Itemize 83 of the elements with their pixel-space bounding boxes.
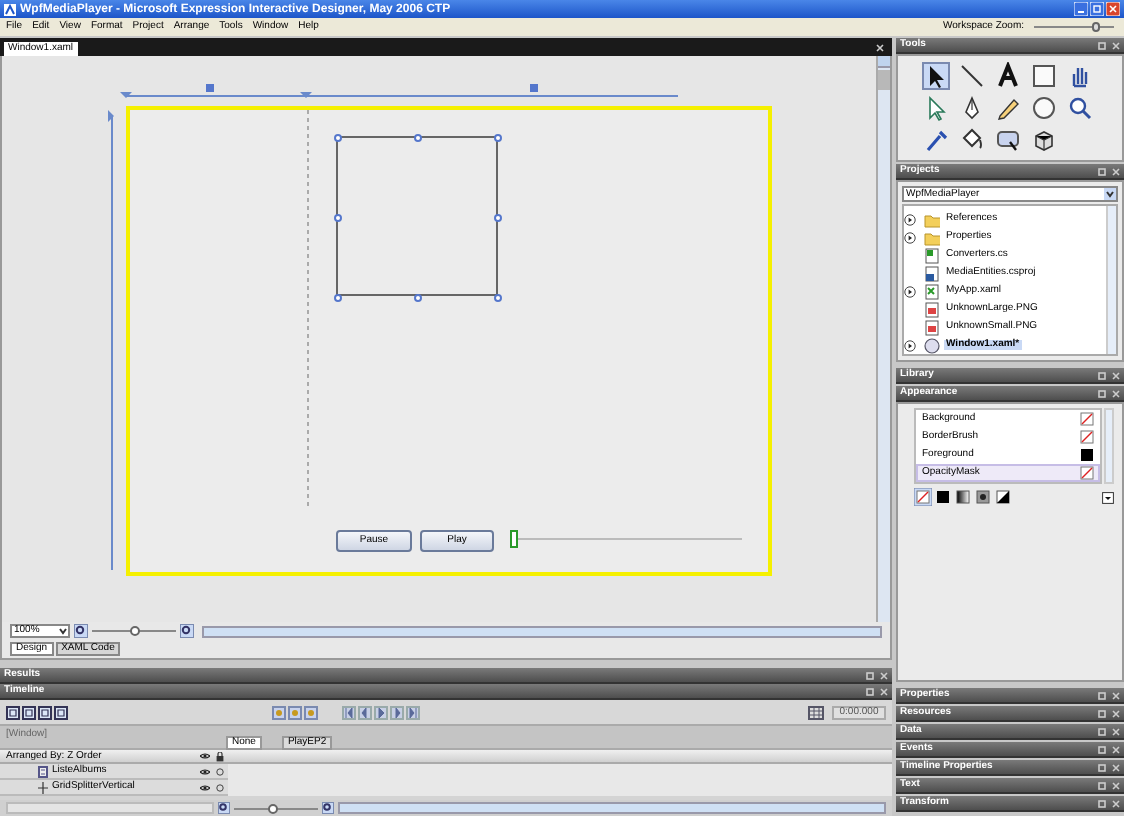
slider-thumb[interactable]: [129, 626, 139, 636]
radial-gradient-icon[interactable]: [974, 488, 992, 506]
eye-icon[interactable]: [200, 783, 210, 791]
eye-icon[interactable]: [200, 752, 210, 760]
line-icon[interactable]: [958, 62, 986, 90]
next-frame-icon[interactable]: [390, 705, 404, 719]
selected-rectangle[interactable]: [336, 136, 498, 296]
resize-handle[interactable]: [494, 294, 502, 302]
first-frame-icon[interactable]: [342, 705, 356, 719]
vertical-scrollbar[interactable]: [1104, 408, 1114, 484]
project-file-icon: [924, 265, 940, 281]
pin-icon[interactable]: [1098, 371, 1106, 379]
resize-handle[interactable]: [414, 294, 422, 302]
resize-handle[interactable]: [334, 294, 342, 302]
no-brush-icon[interactable]: [1080, 430, 1094, 444]
zoom-out-icon[interactable]: [74, 624, 88, 638]
eye-icon[interactable]: [200, 767, 210, 775]
pin-icon[interactable]: [1098, 41, 1106, 49]
slider-thumb[interactable]: [510, 530, 518, 548]
window-file-icon: [924, 337, 940, 353]
xaml-file-icon: [924, 283, 940, 299]
zoom-in-icon[interactable]: [322, 802, 334, 814]
text-icon[interactable]: [994, 62, 1022, 90]
no-brush-icon[interactable]: [1080, 466, 1094, 480]
restore-icon[interactable]: [1090, 2, 1104, 16]
paint-bucket-icon[interactable]: [958, 126, 986, 154]
more-icon[interactable]: [1102, 491, 1114, 503]
pin-icon[interactable]: [1098, 727, 1106, 735]
dropdown-icon[interactable]: [1104, 188, 1116, 200]
expand-icon[interactable]: [904, 231, 916, 243]
pin-icon[interactable]: [1098, 709, 1106, 717]
slider-thumb[interactable]: [267, 803, 278, 813]
linear-gradient-icon[interactable]: [954, 488, 972, 506]
cube-icon[interactable]: [1030, 126, 1058, 154]
no-brush-icon[interactable]: [914, 488, 932, 506]
pin-icon[interactable]: [1098, 781, 1106, 789]
ellipse-icon[interactable]: [1030, 94, 1058, 122]
splitter-icon: [38, 781, 48, 793]
solid-brush-icon[interactable]: [934, 488, 952, 506]
code-file-icon: [924, 247, 940, 263]
resize-handle[interactable]: [494, 214, 502, 222]
pencil-icon[interactable]: [994, 94, 1022, 122]
app-icon: [4, 3, 16, 15]
expand-icon[interactable]: [904, 339, 916, 351]
zoom-out-icon[interactable]: [218, 802, 230, 814]
pin-icon[interactable]: [866, 687, 874, 695]
eyedropper-icon[interactable]: [922, 126, 950, 154]
slider-thumb[interactable]: [1091, 22, 1100, 32]
expand-icon[interactable]: [904, 285, 916, 297]
pin-icon[interactable]: [1098, 167, 1106, 175]
minimize-icon[interactable]: [1074, 2, 1088, 16]
resize-handle[interactable]: [334, 214, 342, 222]
volume-slider[interactable]: [510, 530, 742, 548]
zoom-slider[interactable]: [92, 626, 176, 636]
play-icon[interactable]: [374, 705, 388, 719]
listbox-icon: [38, 765, 48, 777]
zoom-in-icon[interactable]: [180, 624, 194, 638]
grid-icon[interactable]: [808, 705, 824, 719]
resize-handle[interactable]: [414, 134, 422, 142]
expand-icon[interactable]: [904, 213, 916, 225]
horizontal-scrollbar[interactable]: [6, 802, 214, 814]
pin-icon[interactable]: [1098, 691, 1106, 699]
pin-icon[interactable]: [1098, 745, 1106, 753]
horizontal-scrollbar[interactable]: [338, 802, 886, 814]
tile-brush-icon[interactable]: [994, 488, 1012, 506]
dropdown-icon[interactable]: [58, 626, 68, 636]
vertical-scrollbar[interactable]: [876, 56, 890, 622]
last-frame-icon[interactable]: [406, 705, 420, 719]
solid-brush-icon[interactable]: [1080, 448, 1094, 462]
pin-icon[interactable]: [1098, 799, 1106, 807]
vertical-scrollbar[interactable]: [1106, 206, 1116, 354]
horizontal-scrollbar[interactable]: [202, 625, 882, 637]
rectangle-icon[interactable]: [1030, 62, 1058, 90]
zoom-slider[interactable]: [234, 803, 318, 813]
lock-icon[interactable]: [216, 751, 224, 761]
resize-handle[interactable]: [494, 134, 502, 142]
close-icon[interactable]: [876, 44, 884, 52]
pin-icon[interactable]: [866, 671, 874, 679]
previous-frame-icon[interactable]: [358, 705, 372, 719]
resize-handle[interactable]: [334, 134, 342, 142]
pin-icon[interactable]: [1098, 763, 1106, 771]
pin-icon[interactable]: [1098, 389, 1106, 397]
no-brush-icon[interactable]: [1080, 412, 1094, 426]
